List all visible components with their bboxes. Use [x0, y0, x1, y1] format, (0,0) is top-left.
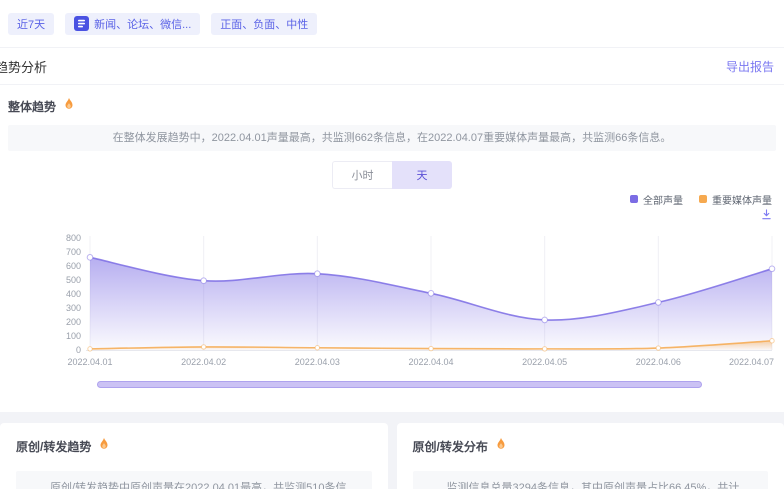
trend-area-chart: 2022.04.01 2022.04.02 2022.04.03 2022.04.04…: [0, 220, 784, 368]
card-title-origin-repost-trend: 原创/转发趋势: [16, 438, 91, 455]
legend-label: 重要媒体声量: [712, 192, 772, 207]
chart-legend: 全部声量 重要媒体声量: [0, 193, 784, 205]
filter-chip-sentiment[interactable]: 正面、负面、中性: [211, 13, 317, 35]
filter-bar: 近7天 新闻、论坛、微信... 正面、负面、中性: [0, 0, 784, 48]
toggle-day-button[interactable]: 天: [392, 161, 452, 189]
card-header: 原创/转发趋势: [16, 437, 372, 456]
svg-text:600: 600: [66, 261, 81, 271]
card-summary-origin-repost-distribution: 监测信息总量3294条信息，其中原创声量占比66.45%，共计2189条信息；转…: [413, 471, 769, 489]
panel-header: 趋势分析 导出报告: [0, 48, 784, 85]
card-origin-repost-trend: 原创/转发趋势 原创/转发趋势中原创声量在2022.04.01最高，共监测510…: [0, 423, 388, 489]
svg-text:200: 200: [66, 317, 81, 327]
svg-text:300: 300: [66, 303, 81, 313]
media-source-icon: [74, 16, 89, 31]
filter-chip-media-sources[interactable]: 新闻、论坛、微信...: [65, 13, 200, 35]
hot-flame-icon: [494, 437, 508, 456]
legend-swatch-total: [630, 195, 638, 203]
bottom-cards-row: 原创/转发趋势 原创/转发趋势中原创声量在2022.04.01最高，共监测510…: [0, 423, 784, 489]
chart-toolbar: [0, 207, 784, 220]
svg-text:500: 500: [66, 275, 81, 285]
svg-text:700: 700: [66, 247, 81, 257]
svg-text:2022.04.02: 2022.04.02: [181, 357, 226, 367]
chip-label: 正面、负面、中性: [220, 16, 308, 32]
svg-text:400: 400: [66, 289, 81, 299]
section-title-overall-trend: 整体趋势: [8, 98, 56, 115]
legend-item-total-volume[interactable]: 全部声量: [630, 192, 683, 207]
granularity-toggle: 小时 天: [0, 161, 784, 189]
chip-label: 近7天: [17, 16, 45, 32]
svg-text:2022.04.05: 2022.04.05: [522, 357, 567, 367]
hot-flame-icon: [62, 97, 76, 116]
overall-trend-summary: 在整体发展趋势中，2022.04.01声量最高，共监测662条信息，在2022.…: [8, 125, 776, 151]
chart-data-zoom-slider[interactable]: [97, 381, 702, 388]
trend-analysis-panel: 趋势分析 导出报告 整体趋势 在整体发展趋势中，2022.04.01声量最高，共…: [0, 48, 784, 412]
svg-text:2022.04.07: 2022.04.07: [729, 357, 774, 367]
card-title-origin-repost-distribution: 原创/转发分布: [413, 438, 488, 455]
hot-flame-icon: [97, 437, 111, 456]
page-title: 趋势分析: [0, 57, 47, 76]
svg-text:800: 800: [66, 233, 81, 243]
svg-text:2022.04.04: 2022.04.04: [408, 357, 453, 367]
legend-swatch-key-media: [699, 195, 707, 203]
svg-text:0: 0: [76, 345, 81, 355]
filter-chip-date-range[interactable]: 近7天: [8, 13, 54, 35]
chip-label: 新闻、论坛、微信...: [94, 16, 191, 32]
svg-text:2022.04.03: 2022.04.03: [295, 357, 340, 367]
card-header: 原创/转发分布: [413, 437, 769, 456]
svg-text:100: 100: [66, 331, 81, 341]
svg-text:2022.04.01: 2022.04.01: [67, 357, 112, 367]
card-origin-repost-distribution: 原创/转发分布 监测信息总量3294条信息，其中原创声量占比66.45%，共计2…: [397, 423, 784, 489]
legend-label: 全部声量: [643, 192, 683, 207]
screen: 近7天 新闻、论坛、微信... 正面、负面、中性 趋势分析 导出报告 整体趋势 …: [0, 0, 784, 489]
legend-item-key-media-volume[interactable]: 重要媒体声量: [699, 192, 772, 207]
toggle-hour-button[interactable]: 小时: [332, 161, 392, 189]
svg-text:2022.04.06: 2022.04.06: [636, 357, 681, 367]
export-report-link[interactable]: 导出报告: [726, 58, 774, 75]
card-summary-origin-repost-trend: 原创/转发趋势中原创声量在2022.04.01最高，共监测510条信息；转发声量…: [16, 471, 372, 489]
overall-trend-section-header: 整体趋势: [0, 85, 784, 125]
